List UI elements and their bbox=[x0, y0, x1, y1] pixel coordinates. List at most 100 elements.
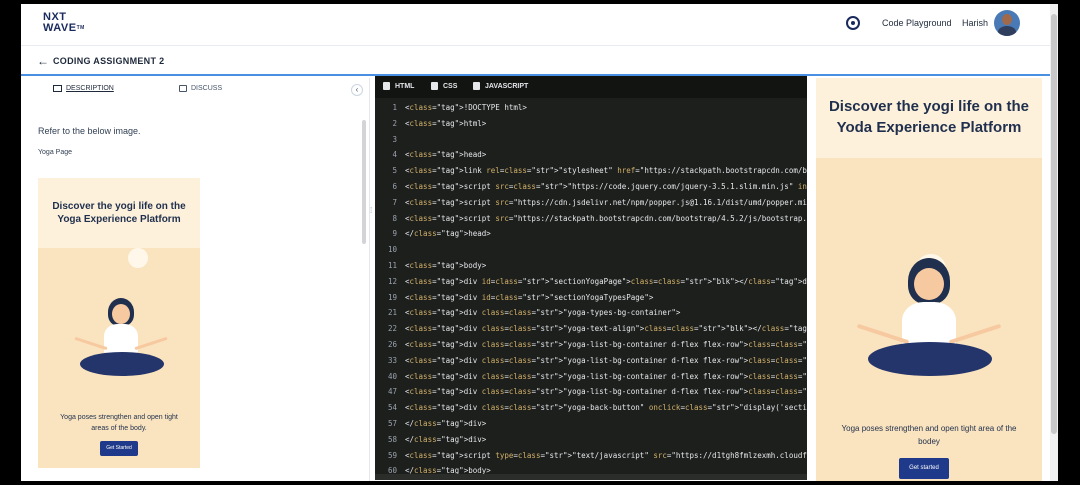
code-line[interactable]: 40 <class="tag">div class=class="str">"y… bbox=[375, 369, 807, 385]
line-number: 22 bbox=[387, 324, 397, 334]
line-number: 9 bbox=[392, 229, 397, 239]
output-yoga-description: Yoga poses strengthen and open tight are… bbox=[841, 424, 1017, 446]
figure-legs bbox=[868, 342, 992, 376]
assignment-title: CODING ASSIGNMENT 2 bbox=[53, 56, 165, 66]
code-line[interactable]: 8 <class="tag">script src="https://stack… bbox=[375, 211, 807, 227]
output-preview-panel: Discover the yogi life on the Yoda Exper… bbox=[808, 76, 1050, 481]
code-line[interactable]: 58 </class="tag">div> bbox=[375, 432, 807, 448]
code-line[interactable]: 19 <class="tag">div id=class="str">"sect… bbox=[375, 290, 807, 306]
line-number: 7 bbox=[392, 197, 397, 207]
code-line[interactable]: 7 <class="tag">script src="https://cdn.j… bbox=[375, 195, 807, 211]
code-text[interactable]: <class="tag">div class=class="str">"yoga… bbox=[405, 400, 807, 416]
logo-tm: TM bbox=[76, 25, 85, 31]
code-text[interactable]: <class="tag">!DOCTYPE html> bbox=[405, 100, 527, 116]
output-get-started-button[interactable]: Get started bbox=[899, 458, 949, 479]
code-line[interactable]: 3 bbox=[375, 132, 807, 148]
code-line[interactable]: 54 <class="tag">div class=class="str">"y… bbox=[375, 400, 807, 416]
tab-discuss[interactable]: DISCUSS bbox=[191, 85, 222, 92]
code-line[interactable]: 12 <class="tag">div id=class="str">"sect… bbox=[375, 274, 807, 290]
description-subtitle: Yoga Page bbox=[38, 149, 72, 156]
code-text[interactable]: <class="tag">head> bbox=[405, 147, 486, 163]
figure-legs bbox=[80, 352, 164, 376]
line-number: 10 bbox=[387, 245, 397, 255]
code-text[interactable]: <class="tag">div class=class="str">"yoga… bbox=[405, 353, 807, 369]
left-scrollbar[interactable] bbox=[362, 120, 366, 244]
arrow-left-icon[interactable]: ← bbox=[37, 54, 49, 68]
line-number: 1 bbox=[392, 103, 397, 112]
code-text[interactable]: <class="tag">script src="https://cdn.jsd… bbox=[405, 195, 807, 211]
line-number: 59 bbox=[387, 450, 397, 460]
line-number: 21 bbox=[387, 308, 397, 318]
tab-html[interactable]: HTML bbox=[395, 83, 414, 90]
code-line[interactable]: 33 <class="tag">div class=class="str">"y… bbox=[375, 353, 807, 369]
code-editor[interactable]: HTML CSS JAVASCRIPT 1 <class="tag">!DOCTY… bbox=[375, 76, 807, 480]
code-text[interactable]: <class="tag">div class=class="str">"yoga… bbox=[405, 337, 807, 353]
code-text[interactable]: <class="tag">script type=class="str">"te… bbox=[405, 448, 807, 464]
code-text[interactable]: <class="tag">div class=class="str">"yoga… bbox=[405, 384, 807, 400]
collapse-panel-button[interactable]: ‹ bbox=[351, 84, 363, 96]
reference-get-started-button: Get Started bbox=[100, 441, 138, 456]
code-text[interactable]: <class="tag">div class=class="str">"yoga… bbox=[405, 305, 680, 321]
code-text[interactable]: <class="tag">div id=class="str">"section… bbox=[405, 274, 807, 290]
editor-tabs: HTML CSS JAVASCRIPT bbox=[375, 76, 807, 98]
nxtwave-logo[interactable]: NXT WAVETM bbox=[43, 12, 85, 34]
code-text[interactable]: </class="tag">head> bbox=[405, 226, 491, 242]
code-lines[interactable]: 1 <class="tag">!DOCTYPE html> 2 <class="tag… bbox=[375, 100, 807, 479]
code-text[interactable]: <class="tag">link rel=class="str">"style… bbox=[405, 163, 807, 179]
theme-toggle-icon[interactable] bbox=[846, 16, 860, 30]
code-line[interactable]: 4 <class="tag">head> bbox=[375, 147, 807, 163]
editor-horizontal-scrollbar[interactable] bbox=[375, 474, 807, 480]
panel-resize-handle-left[interactable]: ⁞ bbox=[370, 207, 373, 229]
description-intro: Refer to the below image. bbox=[38, 126, 141, 136]
code-text[interactable]: <class="tag">script src=class="str">"htt… bbox=[405, 179, 807, 195]
js-file-icon bbox=[473, 82, 480, 90]
line-number: 54 bbox=[387, 403, 397, 413]
tab-css[interactable]: CSS bbox=[443, 83, 457, 90]
page-scrollbar-thumb[interactable] bbox=[1051, 14, 1057, 434]
line-number: 2 bbox=[392, 118, 397, 128]
figure-face bbox=[914, 268, 944, 300]
code-line[interactable]: 11 <class="tag">body> bbox=[375, 258, 807, 274]
code-line[interactable]: 26 <class="tag">div class=class="str">"y… bbox=[375, 337, 807, 353]
line-number: 47 bbox=[387, 387, 397, 397]
code-line[interactable]: 59 <class="tag">script type=class="str">… bbox=[375, 448, 807, 464]
css3-icon bbox=[431, 82, 438, 90]
chat-icon bbox=[179, 85, 187, 92]
reference-yoga-title: Discover the yogi life on the Yoga Exper… bbox=[52, 201, 186, 225]
line-number: 57 bbox=[387, 418, 397, 428]
code-text[interactable]: </class="tag">div> bbox=[405, 432, 486, 448]
code-line[interactable]: 47 <class="tag">div class=class="str">"y… bbox=[375, 384, 807, 400]
reference-yoga-image: Discover the yogi life on the Yoga Exper… bbox=[38, 178, 200, 468]
code-playground-link[interactable]: Code Playground bbox=[882, 18, 952, 28]
code-text[interactable]: <class="tag">html> bbox=[405, 116, 486, 132]
page-scrollbar[interactable] bbox=[1050, 4, 1058, 481]
tab-description[interactable]: DESCRIPTION bbox=[66, 85, 114, 92]
code-line[interactable]: 5 <class="tag">link rel=class="str">"sty… bbox=[375, 163, 807, 179]
code-line[interactable]: 21 <class="tag">div class=class="str">"y… bbox=[375, 305, 807, 321]
html5-icon bbox=[383, 82, 390, 90]
description-panel: DESCRIPTION DISCUSS ‹ Refer to the below… bbox=[21, 78, 370, 481]
code-line[interactable]: 9 </class="tag">head> bbox=[375, 226, 807, 242]
code-line[interactable]: 22 <class="tag">div class=class="str">"y… bbox=[375, 321, 807, 337]
code-text[interactable]: <class="tag">div id=class="str">"section… bbox=[405, 290, 653, 306]
user-name[interactable]: Harish bbox=[962, 18, 988, 28]
line-number: 19 bbox=[387, 292, 397, 302]
top-navbar: NXT WAVETM Code Playground Harish bbox=[21, 4, 1058, 46]
line-number: 8 bbox=[392, 213, 397, 223]
line-number: 3 bbox=[392, 134, 397, 144]
code-text[interactable]: <class="tag">script src="https://stackpa… bbox=[405, 211, 807, 227]
avatar[interactable] bbox=[994, 10, 1020, 36]
code-text[interactable]: </class="tag">div> bbox=[405, 416, 486, 432]
code-line[interactable]: 2 <class="tag">html> bbox=[375, 116, 807, 132]
tab-javascript[interactable]: JAVASCRIPT bbox=[485, 83, 528, 90]
code-line[interactable]: 57 </class="tag">div> bbox=[375, 416, 807, 432]
code-text[interactable]: <class="tag">div class=class="str">"yoga… bbox=[405, 321, 807, 337]
line-number: 40 bbox=[387, 371, 397, 381]
code-line[interactable]: 10 bbox=[375, 242, 807, 258]
code-line[interactable]: 6 <class="tag">script src=class="str">"h… bbox=[375, 179, 807, 195]
line-number: 11 bbox=[387, 260, 397, 270]
code-text[interactable]: <class="tag">body> bbox=[405, 258, 486, 274]
code-text[interactable]: <class="tag">div class=class="str">"yoga… bbox=[405, 369, 807, 385]
line-number: 26 bbox=[387, 339, 397, 349]
code-line[interactable]: 1 <class="tag">!DOCTYPE html> bbox=[375, 100, 807, 116]
